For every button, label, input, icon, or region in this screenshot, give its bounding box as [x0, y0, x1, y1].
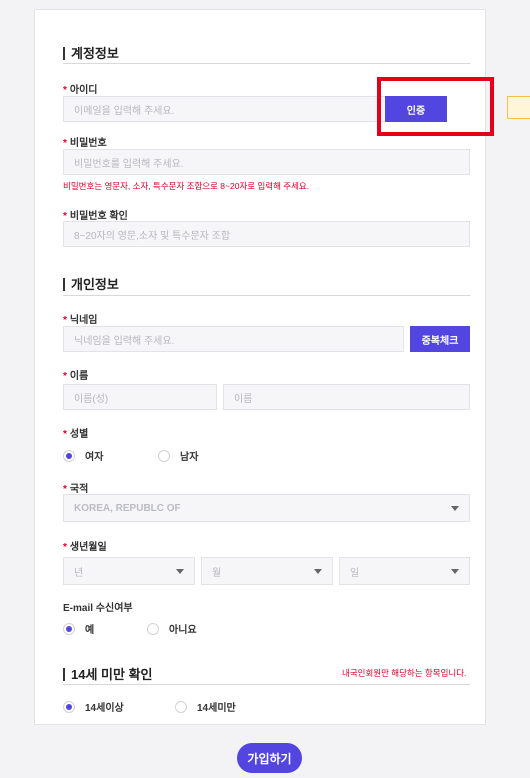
email-consent-label: E-mail 수신여부 — [63, 603, 133, 614]
section-title-personal: 개인정보 — [63, 274, 119, 293]
nationality-label: * 국적 — [63, 484, 89, 495]
section-title-age-check: 14세 미만 확인 — [63, 664, 152, 683]
chevron-down-icon — [451, 506, 459, 511]
password-confirm-input[interactable]: 8~20자의 영문,소자 및 특수문자 조합 — [63, 221, 470, 247]
last-name-input[interactable]: 이름(성) — [63, 384, 217, 410]
id-label: * 아이디 — [63, 85, 98, 96]
radio-selected-icon — [63, 622, 75, 635]
section-title-account: 계정정보 — [63, 43, 119, 62]
signup-submit-button[interactable]: 가입하기 — [237, 743, 302, 773]
radio-unselected-icon — [147, 622, 159, 635]
gender-option-female[interactable]: 여자 — [63, 448, 103, 463]
chevron-down-icon — [314, 569, 322, 574]
chevron-down-icon — [176, 569, 184, 574]
radio-selected-icon — [63, 449, 75, 462]
birth-year-select[interactable]: 년 — [63, 557, 195, 585]
id-input[interactable]: 이메일을 입력해 주세요. — [63, 96, 404, 122]
highlight-box — [377, 77, 494, 136]
email-consent-yes[interactable]: 예 — [63, 621, 94, 636]
nickname-input[interactable]: 닉네임을 입력해 주세요. — [63, 326, 404, 352]
divider — [63, 295, 470, 296]
birth-label: * 생년월일 — [63, 542, 107, 553]
birth-day-select[interactable]: 일 — [339, 557, 470, 585]
age-option-14-under[interactable]: 14세미만 — [175, 699, 236, 714]
password-hint: 비밀번호는 영문자, 소자, 특수문자 조합으로 8~20자로 입력해 주세요. — [63, 181, 310, 191]
age-option-14-over[interactable]: 14세이상 — [63, 699, 124, 714]
first-name-input[interactable]: 이름 — [223, 384, 470, 410]
divider — [63, 684, 470, 685]
radio-selected-icon — [63, 700, 75, 713]
nickname-label: * 닉네임 — [63, 315, 98, 326]
password-input[interactable]: 비밀번호를 입력해 주세요. — [63, 149, 470, 175]
gender-label: * 성별 — [63, 429, 89, 440]
chevron-down-icon — [451, 569, 459, 574]
radio-unselected-icon — [158, 449, 170, 462]
duplicate-check-button[interactable]: 중복체크 — [410, 326, 470, 352]
age-check-note: 내국인회원만 해당하는 항목입니다. — [342, 668, 467, 678]
password-confirm-label: * 비밀번호 확인 — [63, 211, 128, 222]
side-tab — [507, 96, 530, 119]
password-label: * 비밀번호 — [63, 138, 107, 149]
birth-month-select[interactable]: 월 — [201, 557, 333, 585]
radio-unselected-icon — [175, 700, 187, 713]
email-consent-no[interactable]: 아니요 — [147, 621, 197, 636]
gender-option-male[interactable]: 남자 — [158, 448, 198, 463]
nationality-select[interactable]: KOREA, REPUBLC OF — [63, 494, 470, 522]
divider — [63, 63, 470, 64]
name-label: * 이름 — [63, 371, 89, 382]
